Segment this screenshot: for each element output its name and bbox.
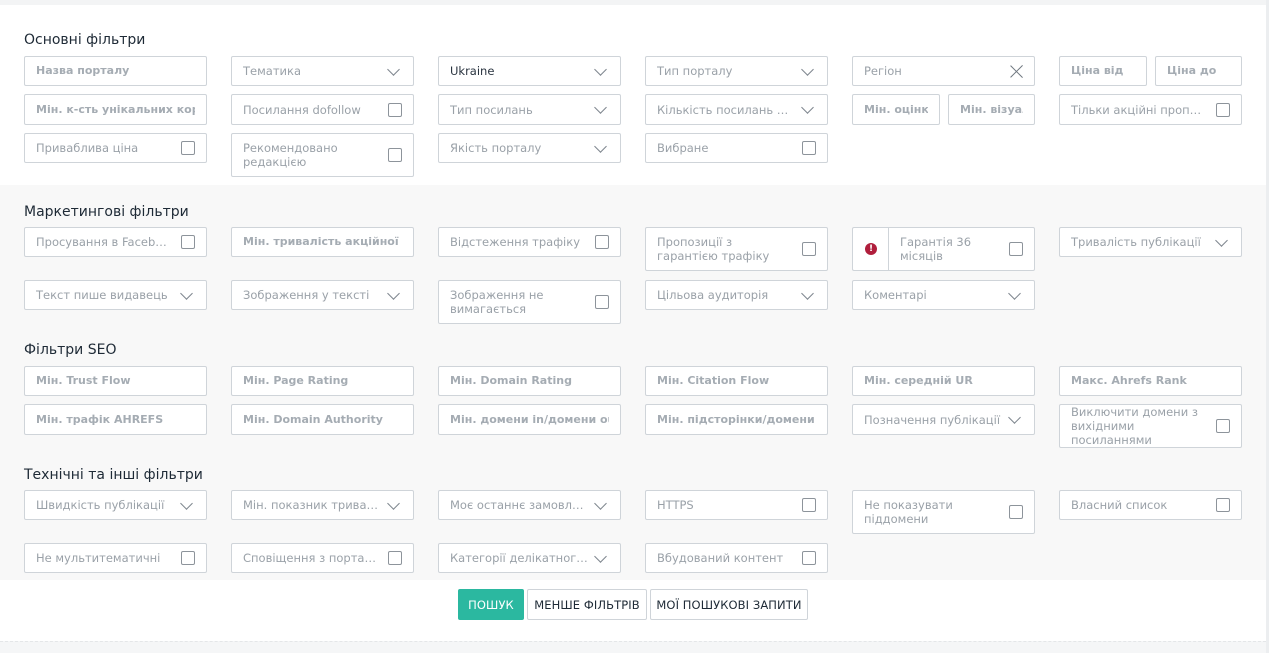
traffic-tracking-checkbox[interactable]: Відстеження трафіку (438, 227, 621, 257)
region-select[interactable]: Регіон (852, 56, 1035, 86)
checkbox[interactable] (388, 102, 402, 117)
link-type-select[interactable]: Тип посилань (438, 94, 621, 125)
target-audience-select[interactable]: Цільова аудиторія (645, 280, 828, 310)
checkbox[interactable] (181, 141, 195, 155)
section-title-basic: Основні фільтри (24, 32, 146, 48)
guarantee-badge: ! (852, 227, 889, 271)
min-domains-in-out-input[interactable]: Мін. домени in/домени out (438, 404, 621, 435)
min-duration-index-select[interactable]: Мін. показник тривалості (231, 490, 414, 520)
guarantee-36-checkbox[interactable]: Гарантія 36 місяців (888, 227, 1035, 271)
hide-subdomains-checkbox[interactable]: Не показувати піддомени (852, 490, 1035, 534)
chevron-down-icon (387, 62, 400, 76)
sensitive-categories-select[interactable]: Категорії делікатного характеру (438, 543, 621, 573)
promo-only-checkbox[interactable]: Тільки акційні пропозиції (1059, 94, 1242, 125)
publication-duration-select[interactable]: Тривалість публікації (1059, 227, 1242, 257)
links-in-text-select[interactable]: Кількість посилань у тексті (645, 94, 828, 125)
checkbox[interactable] (181, 235, 195, 249)
own-list-checkbox[interactable]: Власний список (1059, 490, 1242, 520)
chevron-down-icon (801, 62, 814, 76)
checkbox[interactable] (1216, 419, 1230, 433)
exclude-outbound-checkbox[interactable]: Виключити домени з вихідними посиланнями (1059, 404, 1242, 448)
checkbox[interactable] (595, 235, 609, 249)
publication-speed-select[interactable]: Швидкість публікації (24, 490, 207, 520)
chevron-down-icon (594, 101, 607, 114)
chevron-down-icon (1008, 286, 1021, 300)
min-page-rating-input[interactable]: Мін. Page Rating (231, 366, 414, 396)
dofollow-links-checkbox[interactable]: Посилання dofollow (231, 94, 414, 125)
checkbox[interactable] (1216, 498, 1230, 512)
chevron-down-icon (180, 496, 193, 510)
min-domain-authority-input[interactable]: Мін. Domain Authority (231, 404, 414, 435)
portal-notifications-checkbox[interactable]: Сповіщення з порталів (231, 543, 414, 573)
chevron-down-icon (594, 549, 607, 563)
checkbox[interactable] (802, 498, 816, 512)
min-subpages-out-input[interactable]: Мін. підсторінки/домени out (645, 404, 828, 435)
bottom-border (0, 641, 1266, 653)
checkbox[interactable] (388, 148, 402, 162)
chevron-down-icon (1215, 233, 1228, 247)
images-in-text-select[interactable]: Зображення у тексті (231, 280, 414, 310)
price-from-input[interactable]: Ціна від (1059, 56, 1147, 86)
chevron-down-icon (801, 286, 814, 300)
chevron-down-icon (801, 101, 814, 114)
publication-marking-select[interactable]: Позначення публікації (852, 404, 1035, 435)
checkbox[interactable] (1009, 242, 1023, 256)
chevron-down-icon (1008, 411, 1021, 424)
embedded-content-checkbox[interactable]: Вбудований контент (645, 543, 828, 573)
country-select[interactable]: Ukraine (438, 56, 621, 86)
section-title-technical: Технічні та інші фільтри (24, 467, 203, 483)
min-visual-input[interactable]: Мін. візуальна (948, 94, 1035, 125)
publisher-writes-select[interactable]: Текст пише видавець (24, 280, 207, 310)
alert-icon: ! (865, 243, 877, 255)
min-promo-duration-input[interactable]: Мін. тривалість акційної пропозиції (231, 227, 414, 257)
my-searches-button[interactable]: МОЇ ПОШУКОВІ ЗАПИТИ (650, 589, 808, 620)
checkbox[interactable] (181, 551, 195, 565)
section-title-marketing: Маркетингові фільтри (24, 204, 189, 220)
traffic-guarantee-checkbox[interactable]: Пропозиції з гарантією трафіку (645, 227, 828, 271)
checkbox[interactable] (595, 295, 609, 309)
search-button[interactable]: ПОШУК (458, 589, 524, 620)
https-checkbox[interactable]: HTTPS (645, 490, 828, 520)
checkbox[interactable] (1009, 505, 1023, 519)
checkbox[interactable] (802, 141, 816, 155)
my-last-order-select[interactable]: Моє останнє замовлення (438, 490, 621, 520)
section-title-seo: Фільтри SEO (24, 342, 117, 358)
attractive-price-checkbox[interactable]: Приваблива ціна (24, 133, 207, 163)
checkbox[interactable] (802, 242, 816, 256)
editor-recommended-checkbox[interactable]: Рекомендовано редакцією (231, 133, 414, 177)
min-rating-input[interactable]: Мін. оцінка якості (852, 94, 940, 125)
min-citation-flow-input[interactable]: Мін. Citation Flow (645, 366, 828, 396)
checkbox[interactable] (1216, 102, 1230, 117)
min-domain-rating-input[interactable]: Мін. Domain Rating (438, 366, 621, 396)
min-traffic-ahrefs-input[interactable]: Мін. трафік AHREFS (24, 404, 207, 435)
not-multitopic-checkbox[interactable]: Не мультитематичні (24, 543, 207, 573)
clear-icon[interactable] (1010, 65, 1023, 78)
fewer-filters-button[interactable]: МЕНШЕ ФІЛЬТРІВ (527, 589, 647, 620)
chevron-down-icon (387, 496, 400, 510)
facebook-promo-checkbox[interactable]: Просування в Facebook (24, 227, 207, 257)
checkbox[interactable] (388, 551, 402, 565)
image-not-required-checkbox[interactable]: Зображення не вимагається (438, 280, 621, 324)
checkbox[interactable] (802, 551, 816, 565)
min-avg-ur-input[interactable]: Мін. середній UR (852, 366, 1035, 396)
min-trust-flow-input[interactable]: Мін. Trust Flow (24, 366, 207, 396)
favorites-checkbox[interactable]: Вибране (645, 133, 828, 163)
price-to-input[interactable]: Ціна до (1155, 56, 1242, 86)
chevron-down-icon (594, 139, 607, 153)
min-unique-users-input[interactable]: Мін. к-сть унікальних користувачів (24, 94, 207, 125)
portal-name-input[interactable]: Назва порталу (24, 56, 207, 86)
portal-quality-select[interactable]: Якість порталу (438, 133, 621, 163)
chevron-down-icon (180, 286, 193, 300)
chevron-down-icon (594, 496, 607, 510)
chevron-down-icon (594, 62, 607, 76)
max-ahrefs-rank-input[interactable]: Макс. Ahrefs Rank (1059, 366, 1242, 396)
portal-type-select[interactable]: Тип порталу (645, 56, 828, 86)
topic-select[interactable]: Тематика (231, 56, 414, 86)
comments-select[interactable]: Коментарі (852, 280, 1035, 310)
chevron-down-icon (387, 286, 400, 300)
